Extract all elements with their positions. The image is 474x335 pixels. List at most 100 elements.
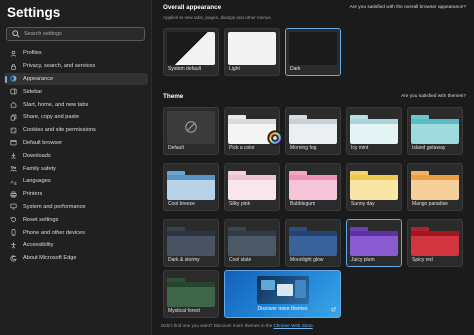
sidebar-item-appearance[interactable]: Appearance (4, 72, 148, 86)
theme-preview (167, 167, 215, 200)
card-label: Default (168, 145, 184, 151)
sidebar-item-label: Family safety (23, 165, 56, 172)
color-picker-icon[interactable] (267, 130, 283, 146)
sidebar-item-start-home-and-new-tabs[interactable]: Start, home, and new tabs (0, 98, 152, 111)
sidebar: Settings Profiles Privacy, search, and se… (0, 0, 152, 335)
sidebar-item-phone-and-other-devices[interactable]: Phone and other devices (0, 226, 152, 239)
footer-suffix: . (312, 323, 314, 328)
card-label: Spicy red (412, 257, 433, 263)
discover-preview (257, 276, 309, 304)
sidebar-icon (10, 88, 17, 95)
appearance-system-default[interactable]: System default (163, 28, 219, 76)
card-label: Island getaway (412, 145, 446, 151)
system-default-preview (167, 32, 215, 65)
card-label: Pick a color (229, 145, 255, 151)
theme-feedback-link[interactable]: Are you satisfied with themes? (401, 94, 466, 99)
card-label: Light (229, 66, 240, 72)
sidebar-item-family-safety[interactable]: Family safety (0, 162, 152, 175)
theme-mango-paradise[interactable]: Mango paradise (407, 163, 463, 211)
card-label: Mango paradise (412, 201, 448, 207)
search-input[interactable] (24, 28, 142, 40)
sidebar-item-privacy-search-and-services[interactable]: Privacy, search, and services (0, 60, 152, 73)
theme-default[interactable]: Default (163, 107, 219, 155)
reset-icon (10, 216, 17, 223)
sidebar-item-label: Cookies and site permissions (23, 127, 96, 134)
sidebar-item-languages[interactable]: A 文 Languages (0, 175, 152, 188)
theme-bubblegum[interactable]: Bubblegum (285, 163, 341, 211)
theme-preview (411, 223, 459, 256)
sidebar-item-label: Accessibility (23, 242, 54, 249)
theme-mystical-forest[interactable]: Mystical forest (163, 270, 219, 318)
theme-preview (167, 223, 215, 256)
sidebar-item-printers[interactable]: Printers (0, 188, 152, 201)
download-icon (10, 152, 17, 159)
card-label: Bubblegum (290, 201, 316, 207)
card-label: Cool slate (229, 257, 252, 263)
sidebar-item-profiles[interactable]: Profiles (0, 47, 152, 60)
home-icon (10, 101, 17, 108)
sidebar-item-cookies-and-site-permissions[interactable]: Cookies and site permissions (0, 124, 152, 137)
languages-icon: A文 (10, 178, 17, 185)
theme-juicy-plum[interactable]: Juicy plum (346, 219, 402, 267)
footer-text: Didn't find one you want? Discover more … (161, 323, 314, 328)
sidebar-item-label: Default browser (23, 139, 63, 146)
theme-preview (350, 223, 398, 256)
theme-pick-a-color[interactable]: Pick a color (224, 107, 283, 155)
theme-spicy-red[interactable]: Spicy red (407, 219, 463, 267)
theme-morning-fog[interactable]: Morning fog (285, 107, 341, 155)
chrome-web-store-link[interactable]: Chrome Web Store (273, 323, 312, 328)
card-label: Cool breeze (168, 201, 195, 207)
sidebar-item-about-microsoft-edge[interactable]: About Microsoft Edge (0, 252, 152, 265)
theme-silky-pink[interactable]: Silky pink (224, 163, 280, 211)
theme-preview (167, 274, 215, 307)
sidebar-item-sidebar[interactable]: Sidebar (0, 85, 152, 98)
theme-preview (289, 223, 337, 256)
theme-cool-breeze[interactable]: Cool breeze (163, 163, 219, 211)
theme-moonlight-glow[interactable]: Moonlight glow (285, 219, 341, 267)
theme-cool-slate[interactable]: Cool slate (224, 219, 280, 267)
appearance-dark[interactable]: Dark (285, 28, 341, 76)
search-box[interactable] (6, 27, 145, 41)
theme-preview (411, 111, 459, 144)
phone-icon (10, 229, 17, 236)
theme-island-getaway[interactable]: Island getaway (407, 107, 463, 155)
family-icon (10, 165, 17, 172)
theme-preview (350, 111, 398, 144)
theme-sunny-day[interactable]: Sunny day (346, 163, 402, 211)
theme-title: Theme (163, 93, 184, 100)
theme-preview (289, 111, 337, 144)
lock-icon (10, 63, 17, 70)
theme-discover-more-themes[interactable]: Discover more themes (224, 270, 341, 318)
sidebar-item-label: Reset settings (23, 216, 59, 223)
sidebar-item-default-browser[interactable]: Default browser (0, 137, 152, 150)
sidebar-item-label: Phone and other devices (23, 229, 85, 236)
sidebar-item-reset-settings[interactable]: Reset settings (0, 213, 152, 226)
cookie-icon (10, 127, 17, 134)
accessibility-icon (10, 242, 17, 249)
sidebar-item-label: Start, home, and new tabs (23, 101, 89, 108)
sidebar-item-label: Appearance (23, 75, 54, 82)
sidebar-item-label: Privacy, search, and services (23, 63, 96, 70)
sidebar-item-system-and-performance[interactable]: System and performance (0, 201, 152, 214)
svg-text:文: 文 (14, 180, 17, 185)
light-preview (228, 32, 276, 65)
card-label: Moonlight glow (290, 257, 324, 263)
theme-icy-mint[interactable]: Icy mint (346, 107, 402, 155)
appearance-icon (10, 75, 17, 82)
appearance-light[interactable]: Light (224, 28, 280, 76)
system-icon (10, 203, 17, 210)
card-label: System default (168, 66, 202, 72)
sidebar-item-label: Share, copy and paste (23, 114, 79, 121)
sidebar-item-downloads[interactable]: Downloads (0, 149, 152, 162)
card-label: Juicy plum (351, 257, 375, 263)
sidebar-item-share-copy-and-paste[interactable]: Share, copy and paste (0, 111, 152, 124)
overall-feedback-link[interactable]: Are you satisfied with the overall brows… (349, 5, 466, 10)
settings-title: Settings (7, 5, 61, 20)
theme-dark-and-stormy[interactable]: Dark & stormy (163, 219, 219, 267)
sidebar-item-label: System and performance (23, 203, 86, 210)
theme-preview (411, 167, 459, 200)
sidebar-item-label: Languages (23, 178, 51, 185)
sidebar-item-label: Profiles (23, 50, 42, 57)
sidebar-item-accessibility[interactable]: Accessibility (0, 239, 152, 252)
theme-preview (289, 167, 337, 200)
